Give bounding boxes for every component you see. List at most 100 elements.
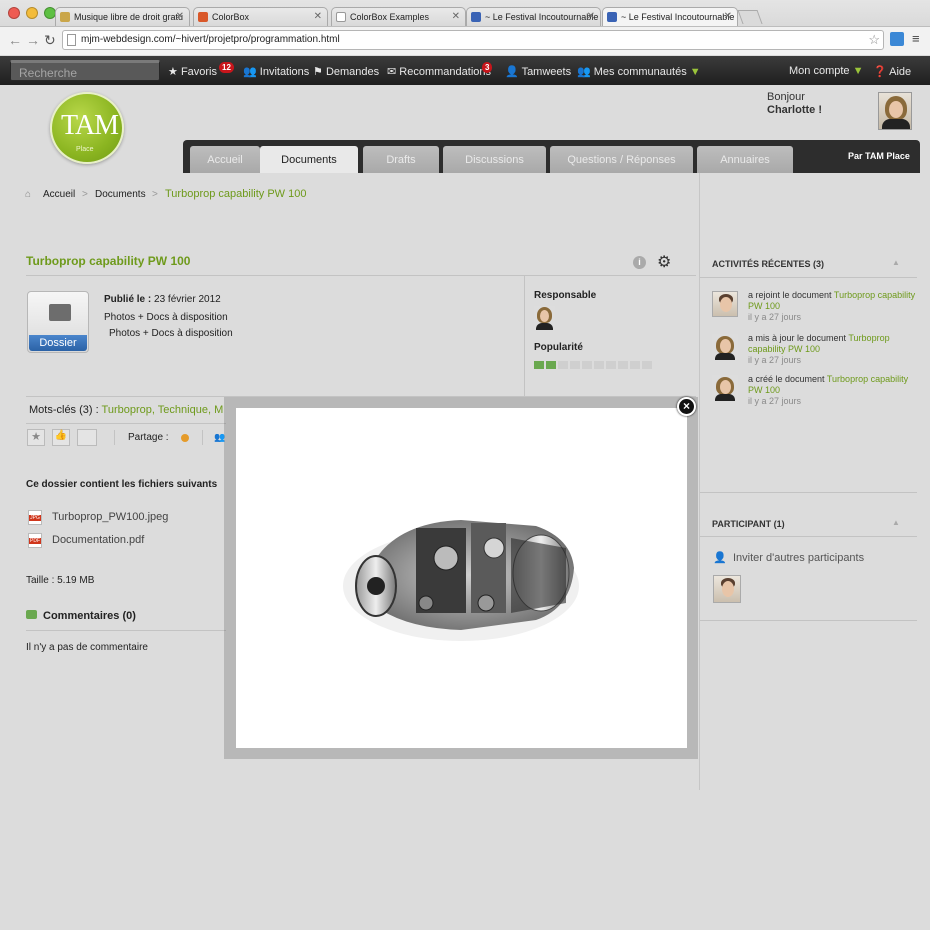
back-icon[interactable]: ← bbox=[8, 32, 22, 48]
tam-place-logo[interactable]: TAM Place bbox=[50, 92, 124, 164]
tab-annuaires[interactable]: Annuaires bbox=[697, 146, 793, 173]
nav-recommandations[interactable]: ✉ Recommandations bbox=[387, 65, 491, 78]
extension-icon[interactable] bbox=[890, 32, 904, 46]
breadcrumb-section[interactable]: Documents bbox=[95, 189, 146, 200]
folder-icon bbox=[49, 304, 71, 321]
activity-heading: ACTIVITÉS RÉCENTES (3) bbox=[712, 259, 825, 269]
invite-participants-link[interactable]: Inviter d'autres participants bbox=[733, 552, 864, 564]
browser-tab[interactable]: ~ Le Festival Incoutournable ✕ bbox=[466, 7, 601, 26]
nav-communautes[interactable]: 👥 Mes communautés ▼ bbox=[577, 65, 701, 78]
username: Charlotte ! bbox=[767, 104, 822, 116]
tab-favicon-icon bbox=[198, 12, 208, 22]
nav-label: Tamweets bbox=[521, 66, 572, 78]
document-title: Turboprop capability PW 100 bbox=[26, 254, 191, 268]
window-controls bbox=[8, 7, 56, 19]
activity-time: il y a 27 jours bbox=[748, 355, 802, 365]
activity-avatar[interactable] bbox=[712, 291, 738, 317]
jpg-file-icon: JPG bbox=[28, 510, 42, 525]
popularity-bar-segment bbox=[570, 361, 580, 369]
nav-label: Mon compte bbox=[789, 65, 850, 77]
tab-title: ColorBox Examples bbox=[350, 12, 430, 22]
user-avatar[interactable] bbox=[878, 92, 912, 130]
reload-icon[interactable]: ↻ bbox=[44, 32, 56, 49]
pdf-file-icon: PDF bbox=[28, 533, 42, 548]
collapse-icon[interactable]: ▲ bbox=[892, 258, 900, 267]
home-icon[interactable]: ⌂ bbox=[25, 189, 31, 200]
gear-icon[interactable]: ⚙ bbox=[657, 252, 671, 272]
close-tab-icon[interactable]: ✕ bbox=[176, 11, 184, 22]
participants-heading: PARTICIPANT (1) bbox=[712, 519, 785, 529]
turboprop-engine-image bbox=[343, 520, 579, 641]
lightbox-image-panel bbox=[236, 408, 687, 748]
responsable-label: Responsable bbox=[534, 290, 597, 301]
tab-favicon-icon bbox=[607, 12, 617, 22]
close-window-button[interactable] bbox=[8, 7, 20, 19]
breadcrumb-home[interactable]: Accueil bbox=[43, 189, 75, 200]
nav-tamweets[interactable]: 👤 Tamweets bbox=[505, 65, 571, 78]
browser-tab[interactable]: Musique libre de droit gratu ✕ bbox=[55, 7, 190, 26]
browser-tab-active[interactable]: ~ Le Festival Incoutournable ✕ bbox=[602, 7, 738, 26]
info-icon[interactable]: i bbox=[633, 256, 646, 269]
chevron-down-icon: ▼ bbox=[689, 66, 701, 78]
notification-badge: 12 bbox=[219, 62, 234, 73]
published-date: 23 février 2012 bbox=[154, 294, 221, 305]
file-link[interactable]: Documentation.pdf bbox=[52, 534, 144, 546]
tab-drafts[interactable]: Drafts bbox=[363, 146, 439, 173]
folder-size: Taille : 5.19 MB bbox=[26, 575, 95, 586]
nav-account[interactable]: Mon compte ▼ bbox=[789, 65, 863, 77]
address-bar[interactable]: mjm-webdesign.com/~hivert/projetpro/prog… bbox=[62, 30, 884, 50]
forward-icon[interactable]: → bbox=[26, 32, 40, 48]
collapse-icon[interactable]: ▲ bbox=[892, 518, 900, 527]
tab-discussions[interactable]: Discussions bbox=[443, 146, 546, 173]
browser-chrome: Musique libre de droit gratu ✕ ColorBox … bbox=[0, 0, 930, 55]
close-tab-icon[interactable]: ✕ bbox=[452, 11, 460, 22]
favorite-star-icon[interactable]: ★ bbox=[27, 429, 45, 446]
activity-avatar[interactable] bbox=[712, 375, 738, 401]
nav-label: Invitations bbox=[259, 66, 310, 78]
browser-tab[interactable]: ColorBox ✕ bbox=[193, 7, 328, 26]
embed-icon[interactable] bbox=[77, 429, 97, 446]
popularity-label: Popularité bbox=[534, 342, 583, 353]
nav-invitations[interactable]: 👥 Invitations bbox=[243, 65, 309, 78]
tab-documents[interactable]: Documents bbox=[260, 146, 358, 173]
logo-subtext: Place bbox=[76, 146, 94, 153]
close-lightbox-icon[interactable]: × bbox=[677, 397, 696, 416]
activity-item: a mis à jour le document Turboprop capab… bbox=[748, 333, 918, 366]
folder-label: Dossier bbox=[29, 335, 87, 351]
activity-avatar[interactable] bbox=[712, 334, 738, 360]
divider bbox=[114, 430, 115, 445]
nav-favoris[interactable]: ★ Favoris bbox=[168, 65, 217, 78]
keywords-label: Mots-clés (3) bbox=[29, 404, 93, 416]
keywords-links[interactable]: Turboprop, Technique, M bbox=[102, 404, 224, 416]
nav-demandes[interactable]: ⚑ Demandes bbox=[313, 65, 379, 78]
bookmark-star-icon[interactable]: ☆ bbox=[868, 32, 880, 48]
divider bbox=[26, 423, 226, 424]
activity-action: a créé le document bbox=[748, 374, 825, 384]
tab-questions-reponses[interactable]: Questions / Réponses bbox=[550, 146, 693, 173]
site-navbar: Recherche ★ Favoris 12 👥 Invitations ⚑ D… bbox=[0, 56, 930, 85]
search-input[interactable]: Recherche bbox=[10, 60, 160, 81]
published-info: Publié le : 23 février 2012 bbox=[104, 294, 221, 305]
close-tab-icon[interactable]: ✕ bbox=[724, 11, 732, 22]
responsable-avatar[interactable] bbox=[534, 306, 555, 330]
close-tab-icon[interactable]: ✕ bbox=[587, 11, 595, 22]
file-link[interactable]: Turboprop_PW100.jpeg bbox=[52, 511, 168, 523]
tab-accueil[interactable]: Accueil bbox=[190, 146, 260, 173]
flag-icon: ⚑ bbox=[313, 66, 323, 78]
participant-avatar[interactable] bbox=[713, 575, 741, 603]
menu-icon[interactable]: ≡ bbox=[912, 31, 920, 46]
minimize-window-button[interactable] bbox=[26, 7, 38, 19]
close-tab-icon[interactable]: ✕ bbox=[314, 11, 322, 22]
share-rss-icon[interactable] bbox=[181, 434, 189, 442]
nav-help[interactable]: ❓ Aide bbox=[873, 65, 911, 78]
like-icon[interactable]: 👍 bbox=[52, 429, 70, 446]
divider bbox=[700, 536, 917, 537]
popularity-bar-segment bbox=[618, 361, 628, 369]
url-text: mjm-webdesign.com/~hivert/projetpro/prog… bbox=[81, 34, 340, 45]
divider bbox=[524, 276, 525, 396]
share-label: Partage : bbox=[128, 432, 169, 443]
tab-label: Annuaires bbox=[720, 154, 770, 166]
folder-button[interactable]: Dossier bbox=[27, 291, 89, 353]
browser-tab[interactable]: ColorBox Examples ✕ bbox=[331, 7, 466, 26]
new-tab-button[interactable] bbox=[737, 10, 763, 24]
